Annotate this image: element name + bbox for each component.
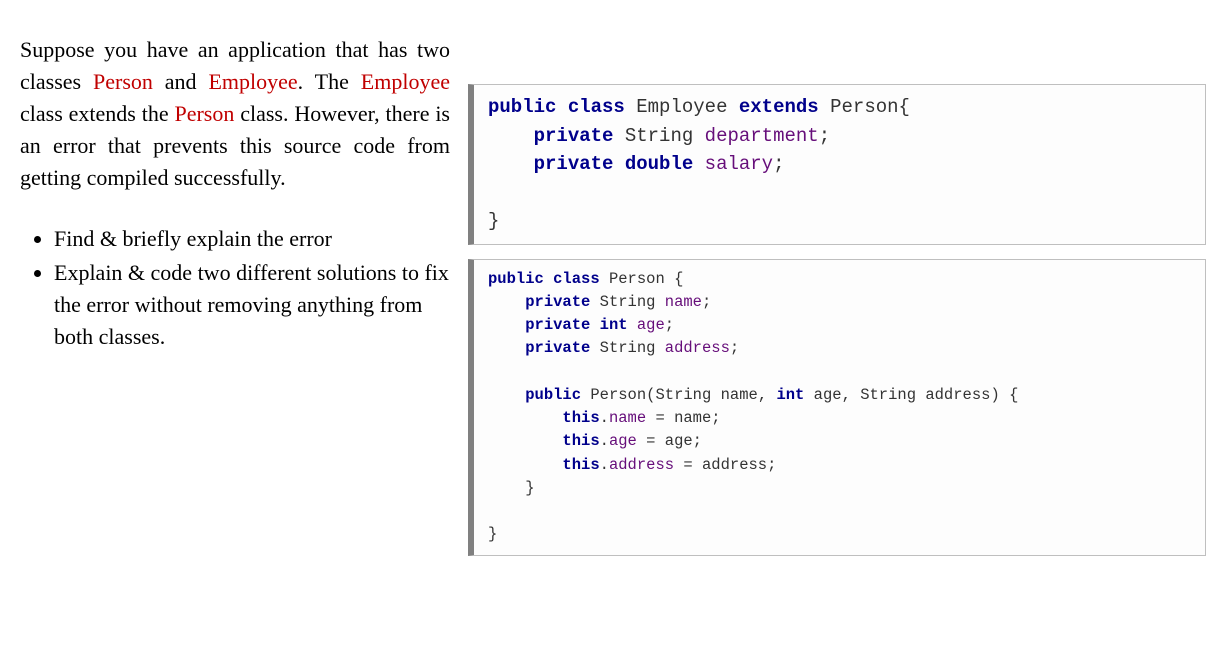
field-name: name (665, 293, 702, 311)
semi-7: ; (693, 432, 702, 450)
intro-employee-1: Employee (208, 69, 297, 94)
comma-1: , (758, 386, 767, 404)
eq-3: = (674, 456, 702, 474)
param-name: name (721, 386, 758, 404)
type-string-3: String (600, 339, 656, 357)
brace-open-3: { (1009, 386, 1018, 404)
intro-paragraph: Suppose you have an application that has… (20, 34, 450, 193)
document-container: Suppose you have an application that has… (20, 12, 1206, 570)
semi-1: ; (819, 125, 830, 147)
kw-private-5: private (525, 339, 590, 357)
bullet-list: Find & briefly explain the error Explain… (20, 223, 450, 353)
code-block-person: public class Person { private String nam… (468, 259, 1206, 556)
kw-this-3: this (562, 456, 599, 474)
semi-3: ; (702, 293, 711, 311)
val-name: name (674, 409, 711, 427)
semi-8: ; (767, 456, 776, 474)
type-string-1: String (625, 125, 693, 147)
class-name-employee: Employee (636, 96, 727, 118)
brace-close-2: } (525, 479, 534, 497)
intro-text-4: class extends the (20, 101, 174, 126)
eq-1: = (646, 409, 674, 427)
dot-2: . (600, 432, 609, 450)
kw-class: class (568, 96, 625, 118)
eq-2: = (637, 432, 665, 450)
this-address: address (609, 456, 674, 474)
brace-close: } (488, 210, 499, 232)
comma-2: , (842, 386, 851, 404)
dot-3: . (600, 456, 609, 474)
semi-5: ; (730, 339, 739, 357)
kw-private-2: private (534, 153, 614, 175)
bullet-2: Explain & code two different solutions t… (54, 257, 450, 353)
this-name: name (609, 409, 646, 427)
kw-private-1: private (534, 125, 614, 147)
class-name-person: Person (830, 96, 898, 118)
type-double: double (625, 153, 693, 175)
code-block-employee: public class Employee extends Person{ pr… (468, 84, 1206, 245)
type-int: int (600, 316, 628, 334)
param-type-int: int (776, 386, 804, 404)
ctor-person: Person (590, 386, 646, 404)
val-age: age (665, 432, 693, 450)
field-address: address (665, 339, 730, 357)
intro-text-3: . The (298, 69, 361, 94)
semi-4: ; (665, 316, 674, 334)
kw-private-4: private (525, 316, 590, 334)
type-string-2: String (600, 293, 656, 311)
kw-public-2: public (488, 270, 544, 288)
semi-6: ; (711, 409, 720, 427)
kw-private-3: private (525, 293, 590, 311)
kw-public: public (488, 96, 556, 118)
param-type-string-2: String (860, 386, 916, 404)
brace-open: { (899, 96, 910, 118)
kw-public-3: public (525, 386, 581, 404)
dot-1: . (600, 409, 609, 427)
field-age: age (637, 316, 665, 334)
param-address: address (925, 386, 990, 404)
field-salary: salary (705, 153, 773, 175)
brace-open-2: { (674, 270, 683, 288)
param-type-string-1: String (655, 386, 711, 404)
this-age: age (609, 432, 637, 450)
param-age: age (814, 386, 842, 404)
kw-class-2: class (553, 270, 600, 288)
intro-text-2: and (153, 69, 209, 94)
field-department: department (705, 125, 819, 147)
semi-2: ; (773, 153, 784, 175)
kw-extends: extends (739, 96, 819, 118)
bullet-1: Find & briefly explain the error (54, 223, 450, 255)
kw-this-2: this (562, 432, 599, 450)
brace-close-3: } (488, 525, 497, 543)
kw-this-1: this (562, 409, 599, 427)
intro-person-1: Person (93, 69, 153, 94)
intro-employee-2: Employee (361, 69, 450, 94)
right-column: public class Employee extends Person{ pr… (468, 12, 1206, 570)
paren-close: ) (990, 386, 999, 404)
left-column: Suppose you have an application that has… (20, 12, 450, 355)
intro-person-2: Person (174, 101, 234, 126)
class-name-person-2: Person (609, 270, 665, 288)
val-address: address (702, 456, 767, 474)
